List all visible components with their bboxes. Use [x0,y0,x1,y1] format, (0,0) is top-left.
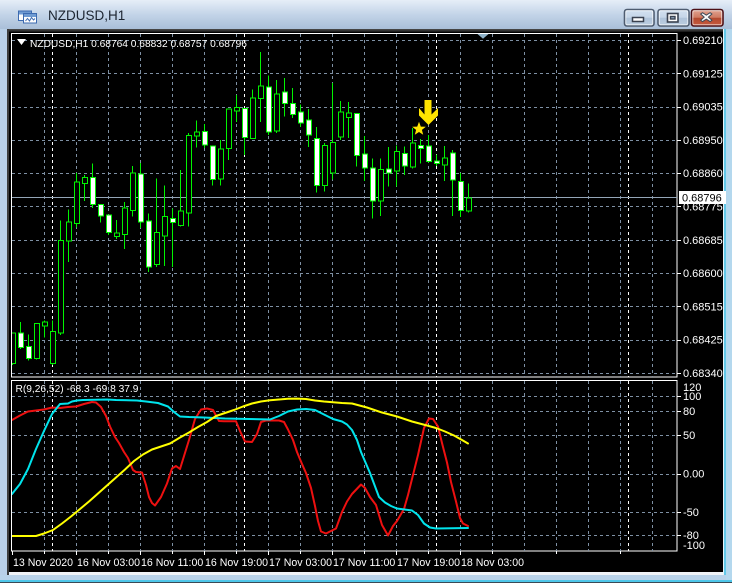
svg-text:16 Nov 03:00: 16 Nov 03:00 [77,557,140,569]
svg-text:100: 100 [683,391,701,403]
svg-text:-50: -50 [683,507,699,519]
svg-text:0.69035: 0.69035 [683,102,723,114]
svg-text:17 Nov 19:00: 17 Nov 19:00 [397,557,460,569]
svg-text:0.68340: 0.68340 [683,368,723,380]
svg-text:0.00: 0.00 [683,469,704,481]
svg-text:18 Nov 03:00: 18 Nov 03:00 [461,557,524,569]
svg-text:0.69210: 0.69210 [683,35,723,47]
svg-text:NZDUSD,H1 0.68764 0.68832 0.6: NZDUSD,H1 0.68764 0.68832 0.68757 0.6879… [30,39,247,50]
svg-text:0.68600: 0.68600 [683,268,723,280]
svg-text:13 Nov 2020: 13 Nov 2020 [13,557,73,569]
svg-text:17 Nov 11:00: 17 Nov 11:00 [333,557,395,569]
svg-text:-100: -100 [683,540,705,552]
svg-text:R(9,26,52) -68.3 -69.8 37.9: R(9,26,52) -68.3 -69.8 37.9 [16,384,139,395]
svg-text:17 Nov 03:00: 17 Nov 03:00 [269,557,332,569]
svg-text:0.68685: 0.68685 [683,235,723,247]
svg-text:50: 50 [683,430,695,442]
svg-text:0.68425: 0.68425 [683,335,723,347]
svg-text:0.68515: 0.68515 [683,301,723,313]
svg-text:16 Nov 11:00: 16 Nov 11:00 [141,557,203,569]
svg-text:0.68796: 0.68796 [682,193,722,205]
svg-text:0.69125: 0.69125 [683,68,723,80]
svg-text:NZDUSD,H1: NZDUSD,H1 [48,8,125,23]
svg-text:0.68950: 0.68950 [683,135,723,147]
svg-text:80: 80 [683,406,695,418]
svg-text:0.68860: 0.68860 [683,168,723,180]
svg-text:16 Nov 19:00: 16 Nov 19:00 [205,557,268,569]
